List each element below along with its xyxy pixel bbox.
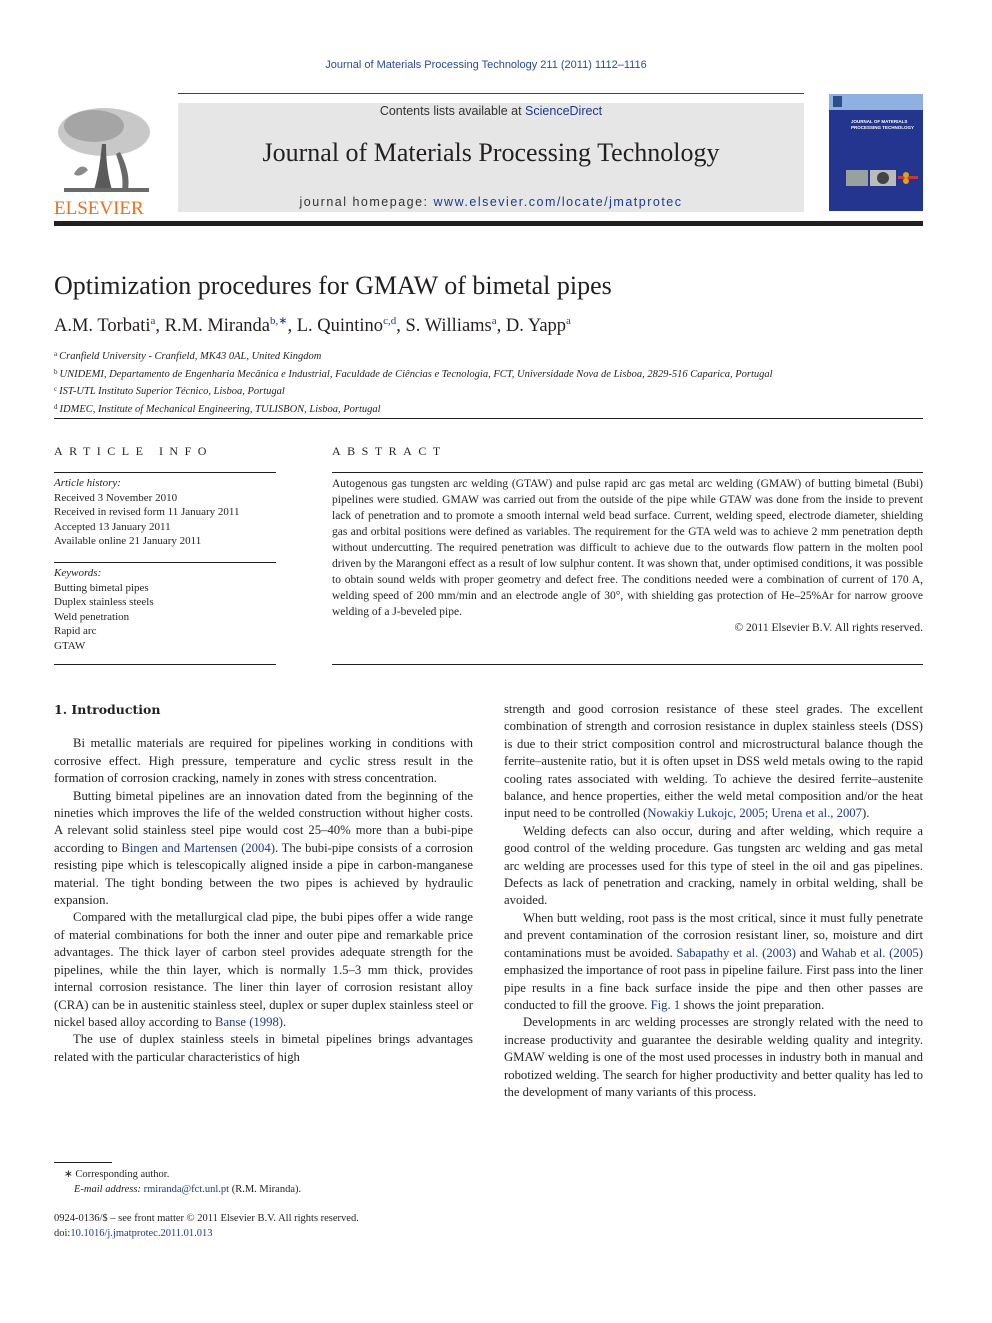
author[interactable]: R.M. Mirandab,∗ [165,315,288,336]
history-item: Received 3 November 2010 [54,491,178,504]
journal-title: Journal of Materials Processing Technolo… [262,138,720,167]
journal-banner: Contents lists available at ScienceDirec… [178,103,804,212]
elsevier-logo[interactable]: ELSEVIER [54,104,156,218]
email-line: E-mail address: rmiranda@fct.unl.pt (R.M… [74,1184,302,1195]
history-item: Accepted 13 January 2011 [54,520,171,533]
paragraph: The use of duplex stainless steels in bi… [54,1032,473,1064]
author-affil-ref[interactable]: a [566,315,571,327]
keywords-label: Keywords: [54,567,102,579]
cover-logo-icon [833,96,842,107]
affiliation: a Cranfield University - Cranfield, MK43 … [54,350,322,362]
elsevier-tree-icon [54,104,156,196]
author[interactable]: A.M. Torbatia [54,315,155,336]
keyword: Weld penetration [54,610,130,623]
journal-cover-thumbnail[interactable]: JOURNAL OF MATERIALS PROCESSING TECHNOLO… [829,94,923,211]
body-left-column: 1. Introduction Bi metallic materials ar… [54,701,473,1066]
paragraph: Butting bimetal pipelines are an innovat… [54,788,473,908]
section-heading: 1. Introduction [54,702,161,717]
divider [332,472,923,473]
paragraph: Developments in arc welding processes ar… [504,1015,923,1099]
footnote-rule [54,1162,112,1163]
abstract-text: Autogenous gas tungsten arc welding (GTA… [332,478,923,618]
keyword: Rapid arc [54,625,97,637]
cover-title: JOURNAL OF MATERIALS PROCESSING TECHNOLO… [851,119,915,130]
citation-link[interactable]: Sabapathy et al. (2003) [677,946,796,960]
citation-link[interactable]: Wahab et al. (2005) [822,946,923,960]
divider [54,562,276,563]
author[interactable]: L. Quintinoc,d [297,315,396,336]
affiliation: b UNIDEMI, Departamento de Engenharia Mec… [54,367,773,380]
cover-images-icon [846,170,918,186]
paragraph: Bi metallic materials are required for p… [54,736,473,786]
journal-homepage-link[interactable]: www.elsevier.com/locate/jmatprotec [434,195,683,209]
keyword: GTAW [54,639,86,652]
email-link[interactable]: rmiranda@fct.unl.pt [144,1184,229,1195]
abstract-body: Autogenous gas tungsten arc welding (GTA… [332,476,923,636]
journal-citation: Journal of Materials Processing Technolo… [325,59,647,71]
history-label: Article history: [54,477,121,489]
paragraph: Compared with the metallurgical clad pip… [54,910,473,1029]
issn-line: 0924-0136/$ – see front matter © 2011 El… [54,1213,359,1224]
abstract-copyright: © 2011 Elsevier B.V. All rights reserved… [734,622,923,634]
author-list: A.M. Torbatia, R.M. Mirandab,∗, L. Quint… [54,315,571,336]
homepage-prefix: journal homepage: [299,195,434,209]
citation-link[interactable]: Nowakiy Lukojc, 2005; Urena et al., 2007 [647,806,862,820]
header-thick-rule [54,221,923,226]
homepage-line: journal homepage: www.elsevier.com/locat… [178,195,804,209]
divider [332,664,923,665]
article-title: Optimization procedures for GMAW of bime… [54,271,612,300]
corresponding-author-note: ∗ Corresponding author. [64,1169,170,1180]
article-info-heading: ARTICLE INFO [54,444,213,458]
cover-top-band [829,94,923,110]
keyword: Duplex stainless steels [54,596,154,608]
keyword: Butting bimetal pipes [54,581,149,594]
history-item: Available online 21 January 2011 [54,535,202,547]
citation-link[interactable]: Banse (1998) [215,1015,283,1029]
footnote: ∗ Corresponding author. E-mail address: … [54,1167,301,1197]
elsevier-wordmark: ELSEVIER [54,198,144,219]
affiliation: d IDMEC, Institute of Mechanical Engineer… [54,402,381,415]
divider [54,472,276,473]
article-history: Article history: Received 3 November 201… [54,476,240,549]
author-affil-ref[interactable]: c,d [383,315,396,327]
divider [54,418,923,419]
sciencedirect-link[interactable]: ScienceDirect [525,104,602,118]
contents-line: Contents lists available at ScienceDirec… [178,104,804,118]
paragraph: strength and good corrosion resistance o… [504,702,923,821]
affiliation-list: a Cranfield University - Cranfield, MK43 … [54,347,773,417]
header-rule [178,93,804,94]
citation-link[interactable]: Bingen and Martensen (2004) [121,841,275,855]
figure-link[interactable]: Fig. 1 [651,998,681,1012]
doi-line: doi:10.1016/j.jmatprotec.2011.01.013 [54,1228,213,1239]
keywords: Keywords: Butting bimetal pipes Duplex s… [54,566,154,653]
author[interactable]: D. Yappa [506,315,571,336]
paragraph: When butt welding, root pass is the most… [504,910,923,1012]
doi-link[interactable]: 10.1016/j.jmatprotec.2011.01.013 [70,1228,212,1239]
abstract-heading: ABSTRACT [332,444,447,458]
author-affil-ref[interactable]: b,∗ [270,315,287,327]
body-right-column: strength and good corrosion resistance o… [504,701,923,1101]
contents-prefix: Contents lists available at [379,104,526,118]
paragraph: Welding defects can also occur, during a… [504,823,923,908]
history-item: Received in revised form 11 January 2011 [54,506,240,518]
author[interactable]: S. Williamsa [405,315,496,336]
front-matter: 0924-0136/$ – see front matter © 2011 El… [54,1211,359,1241]
divider [54,664,276,665]
affiliation: c IST-UTL Instituto Superior Técnico, Lis… [54,385,285,397]
